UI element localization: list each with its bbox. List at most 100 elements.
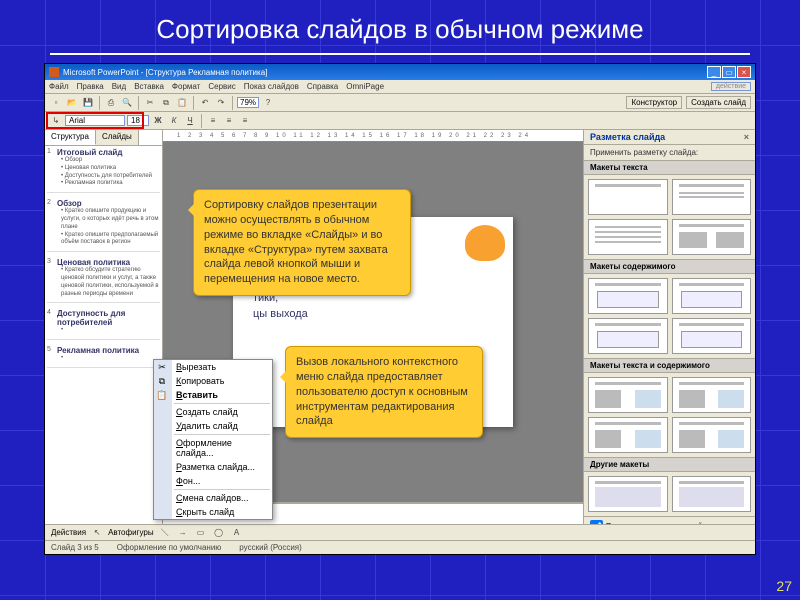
undo-icon[interactable]: ↶ bbox=[198, 96, 212, 110]
menu-format[interactable]: Формат bbox=[172, 82, 200, 91]
cat-clipart-icon bbox=[465, 225, 505, 261]
context-menu-item[interactable]: Разметка слайда... bbox=[154, 460, 272, 474]
taskpane-apply-label: Применить разметку слайда: bbox=[584, 145, 755, 160]
zoom-selector[interactable]: 79% bbox=[237, 97, 259, 108]
layout-thumbnail[interactable] bbox=[672, 179, 752, 215]
powerpoint-icon bbox=[49, 67, 59, 77]
window-title: Microsoft PowerPoint - [Структура Реклам… bbox=[63, 68, 267, 77]
window-titlebar[interactable]: Microsoft PowerPoint - [Структура Реклам… bbox=[45, 64, 755, 80]
close-button[interactable]: × bbox=[737, 66, 751, 78]
save-icon[interactable]: 💾 bbox=[81, 96, 95, 110]
layout-thumbnail[interactable] bbox=[588, 219, 668, 255]
line-icon[interactable]: ＼ bbox=[158, 526, 172, 540]
help-search-box[interactable]: действие bbox=[711, 82, 751, 91]
layout-thumbnail[interactable] bbox=[672, 318, 752, 354]
arrow-shape-icon[interactable]: → bbox=[176, 526, 190, 540]
context-menu-item[interactable]: Смена слайдов... bbox=[154, 491, 272, 505]
status-language: русский (Россия) bbox=[239, 543, 302, 552]
page-number: 27 bbox=[776, 578, 792, 594]
powerpoint-screenshot: Microsoft PowerPoint - [Структура Реклам… bbox=[44, 63, 756, 555]
redo-icon[interactable]: ↷ bbox=[214, 96, 228, 110]
outline-item[interactable]: 3Ценовая политика• Кратко обсудите страт… bbox=[47, 258, 160, 303]
layout-thumbnail[interactable] bbox=[588, 318, 668, 354]
paste-icon[interactable]: 📋 bbox=[175, 96, 189, 110]
maximize-button[interactable]: ▭ bbox=[722, 66, 736, 78]
task-pane: Разметка слайда× Применить разметку слай… bbox=[583, 130, 755, 524]
context-menu-item[interactable]: Создать слайд bbox=[154, 405, 272, 419]
standard-toolbar: ▫ 📂 💾 ⎙ 🔍 ✂ ⧉ 📋 ↶ ↷ 79% ? Конструктор Со… bbox=[45, 94, 755, 112]
layout-thumbnail[interactable] bbox=[672, 377, 752, 413]
italic-icon[interactable]: К bbox=[167, 114, 181, 128]
align-center-icon[interactable]: ≡ bbox=[222, 114, 236, 128]
outline-item[interactable]: 4Доступность для потребителей• bbox=[47, 309, 160, 340]
underline-icon[interactable]: Ч bbox=[183, 114, 197, 128]
preview-icon[interactable]: 🔍 bbox=[120, 96, 134, 110]
cut-icon[interactable]: ✂ bbox=[143, 96, 157, 110]
menu-help[interactable]: Справка bbox=[307, 82, 338, 91]
layout-thumbnail[interactable] bbox=[588, 377, 668, 413]
context-menu-item[interactable]: Фон... bbox=[154, 474, 272, 488]
help-icon[interactable]: ? bbox=[261, 96, 275, 110]
align-right-icon[interactable]: ≡ bbox=[238, 114, 252, 128]
layout-thumbnail[interactable] bbox=[588, 476, 668, 512]
draw-actions-menu[interactable]: Действия bbox=[51, 528, 86, 537]
designer-button[interactable]: Конструктор bbox=[626, 96, 682, 109]
drawing-toolbar: Действия ↖ Автофигуры ＼ → ▭ ◯ A bbox=[45, 524, 755, 540]
oval-icon[interactable]: ◯ bbox=[212, 526, 226, 540]
status-bar: Слайд 3 из 5 Оформление по умолчанию рус… bbox=[45, 540, 755, 554]
layout-thumbnail[interactable] bbox=[672, 476, 752, 512]
new-slide-button[interactable]: Создать слайд bbox=[686, 96, 751, 109]
menu-insert[interactable]: Вставка bbox=[134, 82, 164, 91]
bold-icon[interactable]: Ж bbox=[151, 114, 165, 128]
status-design: Оформление по умолчанию bbox=[117, 543, 222, 552]
menu-view[interactable]: Вид bbox=[112, 82, 126, 91]
section-text-content-layouts: Макеты текста и содержимого bbox=[584, 358, 755, 373]
layout-thumbnail[interactable] bbox=[672, 219, 752, 255]
outline-item[interactable]: 1Итоговый слайд• Обзор• Ценовая политика… bbox=[47, 148, 160, 193]
formatting-toolbar: ↳ Arial 18 Ж К Ч ≡ ≡ ≡ bbox=[45, 112, 755, 130]
context-menu-item[interactable]: Удалить слайд bbox=[154, 419, 272, 433]
layout-thumbnail[interactable] bbox=[588, 417, 668, 453]
layout-thumbnail[interactable] bbox=[588, 278, 668, 314]
context-menu-item[interactable]: Скрыть слайд bbox=[154, 505, 272, 519]
status-slide-number: Слайд 3 из 5 bbox=[51, 543, 99, 552]
context-menu-item[interactable]: ⧉Копировать bbox=[154, 374, 272, 388]
section-content-layouts: Макеты содержимого bbox=[584, 259, 755, 274]
tab-structure[interactable]: Структура bbox=[45, 130, 96, 145]
pointer-icon[interactable]: ↖ bbox=[90, 526, 104, 540]
layout-thumbnail[interactable] bbox=[588, 179, 668, 215]
context-menu-item[interactable]: 📋Вставить bbox=[154, 388, 272, 402]
minimize-button[interactable]: _ bbox=[707, 66, 721, 78]
autoshapes-menu[interactable]: Автофигуры bbox=[108, 528, 154, 537]
context-menu-item[interactable]: Оформление слайда... bbox=[154, 436, 272, 460]
menu-edit[interactable]: Правка bbox=[77, 82, 104, 91]
new-icon[interactable]: ▫ bbox=[49, 96, 63, 110]
section-other-layouts: Другие макеты bbox=[584, 457, 755, 472]
horizontal-ruler: 1 2 3 4 5 6 7 8 9 10 11 12 13 14 15 16 1… bbox=[163, 130, 583, 142]
print-icon[interactable]: ⎙ bbox=[104, 96, 118, 110]
layout-thumbnail[interactable] bbox=[672, 278, 752, 314]
tab-slides[interactable]: Слайды bbox=[96, 130, 139, 145]
context-menu-item[interactable]: ✂Вырезать bbox=[154, 360, 272, 374]
section-text-layouts: Макеты текста bbox=[584, 160, 755, 175]
callout-sorting: Сортировку слайдов презентации можно осу… bbox=[193, 189, 411, 296]
copy-icon[interactable]: ⧉ bbox=[159, 96, 173, 110]
layout-thumbnail[interactable] bbox=[672, 417, 752, 453]
outline-item[interactable]: 5Рекламная политика• bbox=[47, 346, 160, 368]
rect-icon[interactable]: ▭ bbox=[194, 526, 208, 540]
callout-context-menu: Вызов локального контекстного меню слайд… bbox=[285, 346, 483, 438]
menu-omnipage[interactable]: OmniPage bbox=[346, 82, 384, 91]
align-left-icon[interactable]: ≡ bbox=[206, 114, 220, 128]
menu-slideshow[interactable]: Показ слайдов bbox=[244, 82, 299, 91]
menu-tools[interactable]: Сервис bbox=[208, 82, 235, 91]
slide-title: Сортировка слайдов в обычном режиме bbox=[0, 0, 800, 51]
taskpane-close-icon[interactable]: × bbox=[744, 132, 749, 142]
outline-item[interactable]: 2Обзор• Кратко опишите продукцию и услуг… bbox=[47, 199, 160, 252]
title-underline bbox=[50, 53, 750, 55]
textbox-icon[interactable]: A bbox=[230, 526, 244, 540]
highlight-tabs-box bbox=[46, 112, 144, 129]
menu-file[interactable]: Файл bbox=[49, 82, 69, 91]
menu-bar: Файл Правка Вид Вставка Формат Сервис По… bbox=[45, 80, 755, 94]
open-icon[interactable]: 📂 bbox=[65, 96, 79, 110]
slide-context-menu: ✂Вырезать⧉Копировать📋Вставить Создать сла… bbox=[153, 359, 273, 520]
